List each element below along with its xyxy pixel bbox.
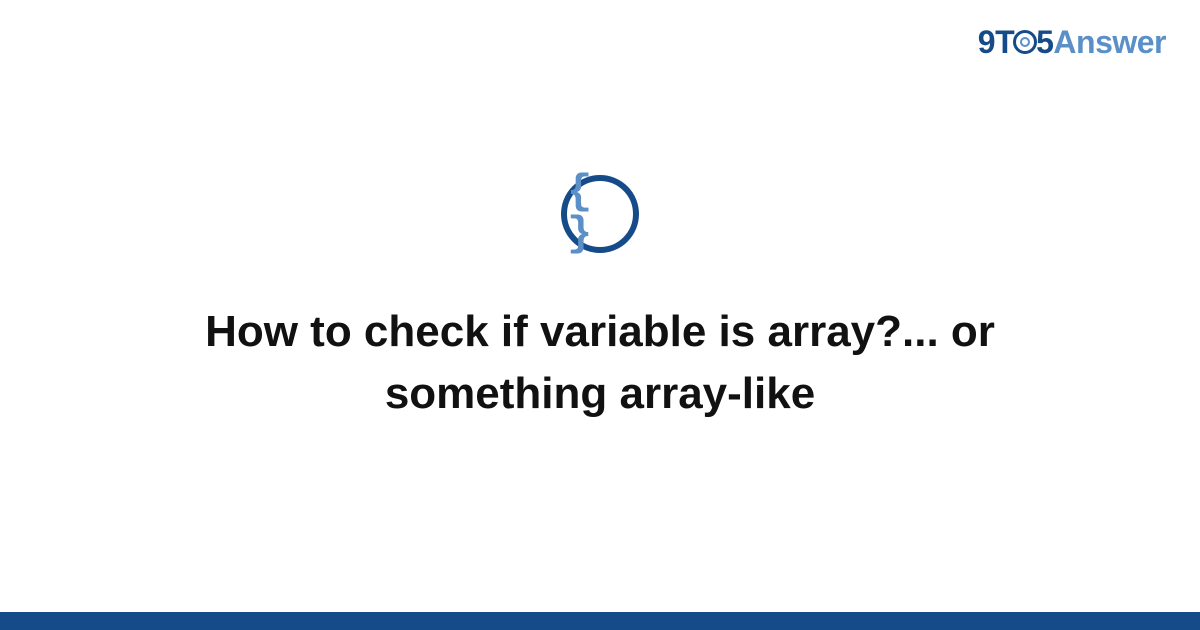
footer-bar xyxy=(0,612,1200,630)
topic-icon-wrapper: { } xyxy=(561,175,639,253)
question-title: How to check if variable is array?... or… xyxy=(120,301,1080,424)
main-content: { } How to check if variable is array?..… xyxy=(0,0,1200,630)
code-braces-icon: { } xyxy=(567,171,633,255)
